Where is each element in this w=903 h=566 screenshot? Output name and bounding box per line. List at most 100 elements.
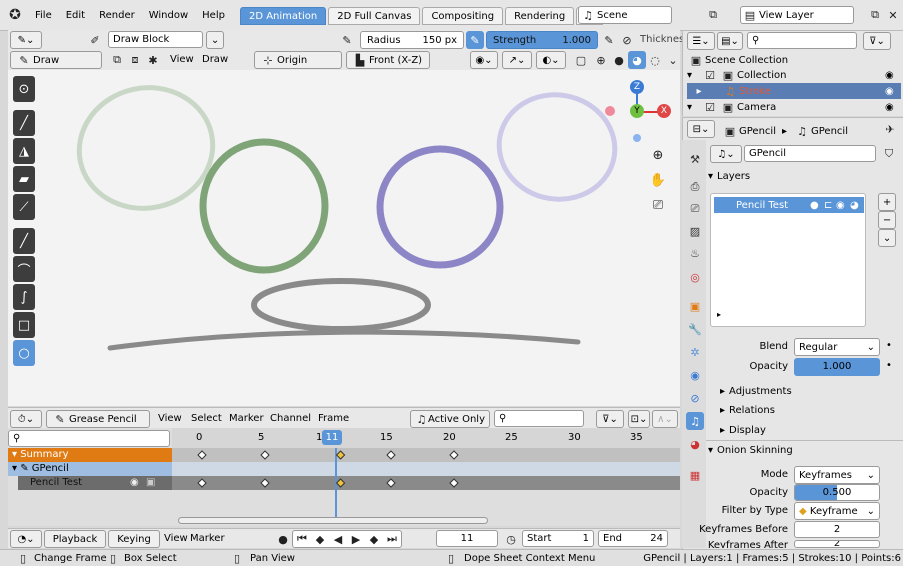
- filter-by-type-dropdown[interactable]: ◆ Keyframe ⌄: [794, 502, 880, 520]
- fake-user-icon[interactable]: ⛉: [880, 145, 898, 163]
- arc-tool-button[interactable]: ⌒: [13, 256, 35, 282]
- curve-tool-button[interactable]: ∫: [13, 284, 35, 310]
- checkbox-icon[interactable]: ☑: [701, 66, 719, 84]
- brush-name-field[interactable]: Draw Block: [108, 31, 203, 48]
- remove-layer-button[interactable]: −: [878, 211, 896, 229]
- menu-window[interactable]: Window: [142, 10, 195, 21]
- keyframe-diamond[interactable]: [197, 450, 207, 460]
- active-only-toggle[interactable]: ♫ Active Only: [410, 410, 490, 428]
- origin-dropdown[interactable]: ⊹ Origin: [254, 51, 342, 69]
- keyframe-diamond[interactable]: [197, 478, 207, 488]
- outliner-item-camera[interactable]: ▾ ☑ ▣ Camera ◉: [687, 99, 901, 115]
- keyframe-diamond[interactable]: [335, 478, 346, 488]
- pressure-icon[interactable]: ✎: [338, 31, 356, 49]
- layers-list[interactable]: Pencil Test ● ⊏ ◉ ◕ ▸: [710, 193, 866, 327]
- layer-onion-icon[interactable]: ◕: [850, 200, 859, 211]
- keyframe-diamond[interactable]: [260, 478, 270, 488]
- horizontal-scrollbar[interactable]: [178, 517, 488, 524]
- effects-tab-icon[interactable]: ✲: [686, 343, 704, 361]
- tab-2d-animation[interactable]: 2D Animation: [239, 7, 327, 25]
- object-tab-icon[interactable]: ▣: [686, 297, 704, 315]
- erase-tool-button[interactable]: ▰: [13, 166, 35, 192]
- brush-dropdown[interactable]: ⌄: [206, 31, 224, 49]
- symmetry-icon[interactable]: ✱: [144, 51, 162, 69]
- strength-pressure-icon[interactable]: ✎: [600, 31, 618, 49]
- ds-menu-frame[interactable]: Frame: [318, 413, 349, 424]
- outliner-item-stroke[interactable]: ▸ ♫ Stroke ◉: [687, 83, 901, 99]
- layer-specials-button[interactable]: ⌄: [878, 229, 896, 247]
- play-reverse-icon[interactable]: ◀: [329, 530, 347, 548]
- stroke-eye-icon[interactable]: ◉: [885, 86, 894, 97]
- remove-view-layer-icon[interactable]: ✕: [884, 6, 902, 24]
- dopesheet-mode-dropdown[interactable]: ✎ Grease Pencil: [46, 410, 150, 428]
- gizmo-y-axis[interactable]: Y: [630, 104, 644, 118]
- collection-eye-icon[interactable]: ◉: [885, 70, 894, 81]
- onion-opacity-slider[interactable]: 0.500: [794, 484, 880, 501]
- new-scene-icon[interactable]: ⧉: [704, 6, 722, 24]
- layer-visibility-icon[interactable]: ◉: [836, 200, 845, 211]
- timeline-marker-menu[interactable]: Marker: [190, 533, 225, 544]
- line-tool-button[interactable]: ╱: [13, 228, 35, 254]
- keyframe-diamond[interactable]: [260, 450, 270, 460]
- layers-panel-header[interactable]: ▾ Layers: [708, 171, 750, 182]
- gpencil-data-selector[interactable]: ♫⌄: [710, 145, 742, 163]
- snap-icon[interactable]: ⧉: [108, 51, 126, 69]
- filter-dropdown[interactable]: ⊽⌄: [596, 410, 624, 428]
- keyframe-diamond[interactable]: [335, 450, 346, 460]
- wireframe-shading-icon[interactable]: ⊕: [592, 51, 610, 69]
- constraints-tab-icon[interactable]: ⊘: [686, 389, 704, 407]
- playback-dropdown[interactable]: Playback: [44, 530, 106, 548]
- jump-end-icon[interactable]: ⏭: [383, 530, 401, 548]
- ds-menu-channel[interactable]: Channel: [270, 413, 311, 424]
- stroke-expand-icon[interactable]: ▸: [687, 86, 721, 97]
- box-tool-button[interactable]: □: [13, 312, 35, 338]
- dopesheet-search-input[interactable]: ⚲: [494, 410, 584, 427]
- tab-rendering[interactable]: Rendering: [505, 7, 575, 25]
- properties-editor-dropdown[interactable]: ⊟⌄: [687, 120, 715, 138]
- tab-2d-full-canvas[interactable]: 2D Full Canvas: [328, 7, 421, 25]
- render-tab-icon[interactable]: ⎙: [686, 178, 704, 196]
- ds-menu-marker[interactable]: Marker: [229, 413, 264, 424]
- new-view-layer-icon[interactable]: ⧉: [866, 6, 884, 24]
- view-menu[interactable]: View: [170, 54, 194, 65]
- solid-shading-icon[interactable]: ●: [610, 51, 628, 69]
- overlay-dropdown[interactable]: ◐⌄: [536, 51, 566, 69]
- tab-compositing[interactable]: Compositing: [422, 7, 504, 25]
- xray-icon[interactable]: ▢: [572, 51, 590, 69]
- radius-field[interactable]: Radius 150 px: [360, 31, 464, 49]
- layer-item-pencil-test[interactable]: Pencil Test ● ⊏ ◉ ◕: [714, 197, 864, 213]
- pan-hand-icon[interactable]: ✋: [649, 171, 667, 189]
- material-tab-icon[interactable]: ◕: [686, 435, 704, 453]
- camera-eye-icon[interactable]: ◉: [885, 102, 894, 113]
- keyframe-diamond[interactable]: [449, 478, 459, 488]
- channel-search-input[interactable]: ⚲: [8, 430, 170, 447]
- dopesheet-body[interactable]: ⚲ 0 5 10 15 20 25 30 35 11 ▾ Summary ▾ ✎…: [8, 428, 680, 526]
- menu-edit[interactable]: Edit: [59, 10, 92, 21]
- camera-expand-icon[interactable]: ▾: [687, 102, 701, 113]
- circle-tool-button[interactable]: ○: [13, 340, 35, 366]
- link-icon[interactable]: ⊘: [618, 31, 636, 49]
- gpencil-name-field[interactable]: GPencil: [744, 145, 876, 162]
- menu-help[interactable]: Help: [195, 10, 232, 21]
- strength-field[interactable]: Strength 1.000: [486, 31, 598, 49]
- zoom-icon[interactable]: ⊕: [649, 146, 667, 164]
- next-key-icon[interactable]: ◆: [365, 530, 383, 548]
- physics-tab-icon[interactable]: ◉: [686, 366, 704, 384]
- end-frame-field[interactable]: End 24: [598, 530, 668, 547]
- tint-tool-button[interactable]: ⟋: [13, 194, 35, 220]
- mode-dropdown[interactable]: ✎⌄: [10, 31, 42, 49]
- gizmo-x-axis[interactable]: X: [657, 104, 671, 118]
- gizmo-dropdown[interactable]: ↗⌄: [502, 51, 532, 69]
- outliner-search-input[interactable]: ⚲: [747, 32, 857, 49]
- scene-selector[interactable]: ♫ Scene: [578, 6, 672, 24]
- outliner-display-dropdown[interactable]: ▤⌄: [717, 32, 743, 50]
- prev-key-icon[interactable]: ◆: [311, 530, 329, 548]
- blend-dropdown[interactable]: Regular ⌄: [794, 338, 880, 356]
- adjustments-panel-header[interactable]: ▸ Adjustments: [720, 386, 792, 397]
- ds-menu-view[interactable]: View: [158, 413, 182, 424]
- timeline-editor-dropdown[interactable]: ◔⌄: [10, 530, 42, 548]
- scene-tab-icon[interactable]: ♨: [686, 244, 704, 262]
- channel-lock-icon[interactable]: ▣: [146, 476, 155, 490]
- onion-mode-dropdown[interactable]: Keyframes ⌄: [794, 466, 880, 484]
- layer-lock-icon[interactable]: ⊏: [824, 200, 832, 211]
